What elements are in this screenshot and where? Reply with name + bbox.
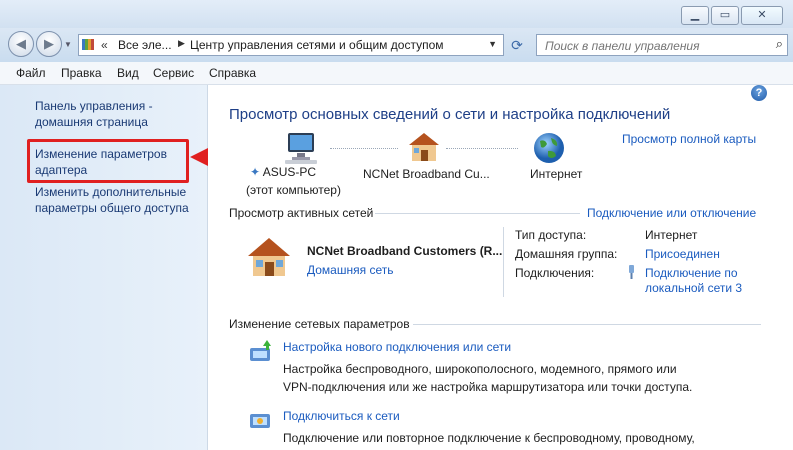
computer-icon — [285, 133, 317, 164]
house-icon — [409, 133, 439, 161]
history-dropdown-icon[interactable]: ▼ — [64, 40, 72, 49]
connect-to-network-description: Подключение или повторное подключение к … — [283, 431, 695, 445]
computer-name: ASUS-PC — [262, 165, 317, 179]
window-controls: ▁ ▭ ✕ — [679, 6, 783, 25]
map-connector-2 — [446, 148, 518, 149]
task-description-line: VPN-подключения или же настройка маршрут… — [283, 380, 693, 394]
navigation-bar: ◀ ▶ ▼ « Все эле... ▶ Центр управления се… — [0, 28, 793, 62]
maximize-button[interactable]: ▭ — [711, 6, 739, 25]
connect-to-network-link[interactable]: Подключиться к сети — [283, 409, 400, 423]
local-connection-link[interactable]: Подключение по локальной сети 3 — [645, 266, 742, 296]
local-connection-line-2: локальной сети 3 — [645, 281, 743, 295]
control-panel-home-link[interactable]: Панель управления - домашняя страница — [35, 98, 153, 130]
home-network-icon — [248, 238, 290, 276]
close-button[interactable]: ✕ — [741, 6, 783, 25]
maximize-icon: ▭ — [719, 9, 731, 21]
menu-file[interactable]: Файл — [16, 66, 46, 80]
address-dropdown-icon[interactable]: ▼ — [488, 39, 497, 49]
minimize-button[interactable]: ▁ — [681, 6, 709, 25]
sharing-link-line-2: параметры общего доступа — [35, 201, 189, 215]
menu-help[interactable]: Справка — [209, 66, 256, 80]
forward-button[interactable]: ▶ — [36, 31, 62, 57]
menu-edit[interactable]: Правка — [61, 66, 102, 80]
advanced-sharing-settings-link[interactable]: Изменить дополнительные параметры общего… — [35, 184, 189, 216]
network-center-window: ▁ ▭ ✕ ◀ ▶ ▼ « Все эле... ▶ Центр управле… — [0, 0, 793, 450]
network-info-divider — [503, 227, 504, 297]
map-connector-1 — [330, 148, 398, 149]
breadcrumb-separator-icon[interactable]: ▶ — [178, 38, 185, 49]
section-divider — [413, 324, 761, 325]
connect-to-network-icon — [250, 414, 270, 428]
setup-new-connection-link[interactable]: Настройка нового подключения или сети — [283, 340, 511, 354]
home-link-line-1: Панель управления - — [35, 99, 153, 113]
internet-label[interactable]: Интернет — [530, 167, 582, 181]
close-icon: ✕ — [757, 9, 767, 21]
section-divider — [375, 213, 580, 214]
highlight-box — [27, 139, 189, 183]
setup-new-connection-description: Настройка беспроводного, широкополосного… — [283, 360, 692, 396]
computer-node[interactable]: ✦ ASUS-PC — [250, 165, 316, 179]
main-pane: ? Просмотр основных сведений о сети и на… — [208, 85, 793, 450]
network-type-link[interactable]: Домашняя сеть — [307, 263, 393, 277]
address-chevron[interactable]: « — [101, 38, 108, 52]
menu-view[interactable]: Вид — [117, 66, 139, 80]
access-type-value: Интернет — [645, 228, 698, 242]
home-link-line-2: домашняя страница — [35, 115, 148, 129]
connect-disconnect-link[interactable]: Подключение или отключение — [587, 206, 756, 220]
change-settings-label: Изменение сетевых параметров — [229, 317, 410, 331]
refresh-button[interactable]: ⟳ — [506, 35, 528, 55]
page-title: Просмотр основных сведений о сети и наст… — [229, 106, 671, 123]
internet-globe-icon — [534, 133, 564, 163]
connections-label: Подключения: — [515, 266, 595, 280]
task-description-line: Настройка беспроводного, широкополосного… — [283, 362, 677, 376]
view-full-map-link[interactable]: Просмотр полной карты — [622, 132, 756, 146]
active-networks-label: Просмотр активных сетей — [229, 206, 374, 220]
ethernet-icon — [629, 265, 634, 279]
control-panel-icon — [82, 39, 94, 50]
network-status-icon: ✦ — [250, 165, 261, 179]
new-connection-icon — [250, 340, 271, 361]
menu-bar: Файл Правка Вид Сервис Справка — [0, 62, 793, 85]
breadcrumb-all-items[interactable]: Все эле... — [118, 38, 172, 52]
access-type-label: Тип доступа: — [515, 228, 587, 242]
network-name: NCNet Broadband Customers (R... — [307, 244, 503, 258]
back-button[interactable]: ◀ — [8, 31, 34, 57]
breadcrumb-network-center[interactable]: Центр управления сетями и общим доступом — [190, 38, 444, 52]
minimize-icon: ▁ — [690, 9, 700, 21]
local-connection-line-1: Подключение по — [645, 266, 738, 280]
homegroup-link[interactable]: Присоединен — [645, 247, 720, 261]
help-button[interactable]: ? — [751, 85, 767, 101]
computer-subtitle: (этот компьютер) — [246, 183, 341, 197]
search-icon[interactable]: ⌕ — [776, 36, 783, 52]
network-node-name[interactable]: NCNet Broadband Cu... — [363, 167, 490, 181]
search-box: ⌕ — [536, 34, 788, 56]
sharing-link-line-1: Изменить дополнительные — [35, 185, 187, 199]
menu-tools[interactable]: Сервис — [153, 66, 194, 80]
search-input[interactable] — [543, 37, 767, 54]
address-bar[interactable]: « Все эле... ▶ Центр управления сетями и… — [78, 34, 504, 56]
homegroup-label: Домашняя группа: — [515, 247, 618, 261]
